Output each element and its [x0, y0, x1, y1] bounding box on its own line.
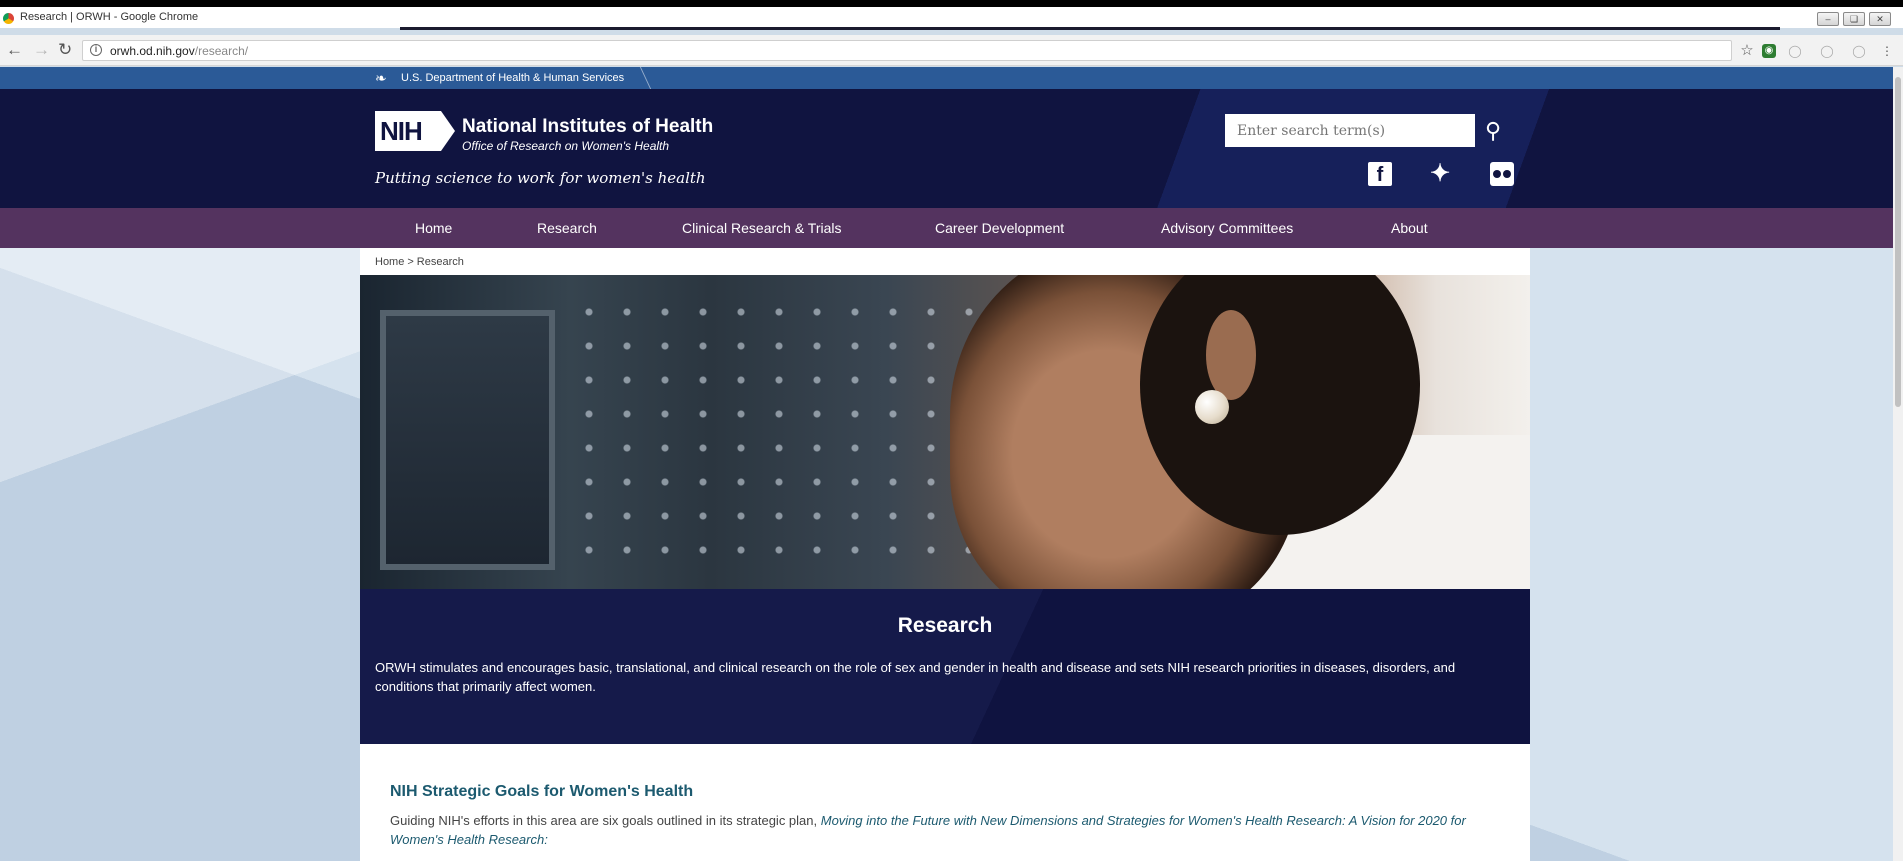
page-scrollbar[interactable] — [1893, 67, 1903, 861]
goals-heading: NIH Strategic Goals for Women's Health — [390, 783, 694, 800]
reload-icon[interactable]: ↻ — [58, 41, 72, 59]
hhs-eagle-icon: ❧ — [375, 70, 387, 86]
scrollbar-thumb[interactable] — [1895, 77, 1901, 407]
nih-logo[interactable]: NIH — [375, 111, 441, 151]
minimize-button[interactable]: – — [1817, 12, 1839, 26]
hhs-bar: ❧ U.S. Department of Health & Human Serv… — [0, 67, 1893, 89]
forward-icon[interactable]: → — [33, 41, 50, 59]
extension-icon[interactable]: ◯ — [1820, 44, 1834, 58]
back-icon[interactable]: ← — [6, 41, 23, 59]
tagline: Putting science to work for women's heal… — [375, 169, 706, 187]
menu-icon[interactable]: ⋮ — [1880, 44, 1894, 58]
web-page: ❧ U.S. Department of Health & Human Serv… — [0, 67, 1893, 861]
content-card: Home > Research Research ORWH stimulates a… — [360, 248, 1530, 861]
window-title: Research | ORWH - Google Chrome — [20, 11, 199, 23]
tab-strip — [400, 27, 1780, 30]
goals-text: Guiding NIH's efforts in this area are s… — [390, 813, 1466, 847]
nav-item-home[interactable]: Home — [415, 220, 452, 236]
search-icon[interactable]: ⚲ — [1477, 116, 1509, 146]
nav-item-clinical-research[interactable]: Clinical Research & Trials — [682, 220, 842, 236]
breadcrumb-current: Research — [416, 256, 464, 268]
flickr-icon[interactable] — [1490, 162, 1514, 186]
browser-toolbar: ← → ↻ i orwh.od.nih.gov/research/ ☆ ◉ ◯ … — [0, 35, 1903, 66]
nih-logo-chevron — [441, 111, 455, 151]
breadcrumb-separator: > — [407, 256, 414, 268]
facebook-icon[interactable]: f — [1368, 162, 1392, 186]
org-name[interactable]: National Institutes of Health — [462, 116, 713, 138]
twitter-icon[interactable]: ✦ — [1428, 162, 1452, 186]
restore-button[interactable]: ❏ — [1843, 12, 1865, 26]
window-titlebar: Research | ORWH - Google Chrome – ❏ ✕ — [0, 0, 1903, 30]
nav-item-about[interactable]: About — [1391, 220, 1428, 236]
extension-icon[interactable]: ◯ — [1788, 44, 1802, 58]
extension-icon[interactable]: ◉ — [1762, 44, 1776, 58]
nav-item-research[interactable]: Research — [537, 220, 597, 236]
address-bar[interactable]: i orwh.od.nih.gov/research/ — [82, 40, 1732, 61]
breadcrumb-home[interactable]: Home — [375, 256, 404, 268]
page-title: Research — [897, 614, 993, 637]
star-icon[interactable]: ☆ — [1740, 43, 1754, 58]
nav-item-career-development[interactable]: Career Development — [935, 220, 1064, 236]
url-text: orwh.od.nih.gov/research/ — [110, 44, 249, 58]
breadcrumb: Home > Research — [375, 256, 464, 268]
hero-ear — [1206, 310, 1256, 400]
office-name[interactable]: Office of Research on Women's Health — [462, 139, 669, 153]
intro-panel: Research ORWH stimulates and encourages … — [360, 589, 1530, 744]
chrome-icon — [3, 13, 14, 24]
hero-monitor — [380, 310, 555, 570]
info-icon[interactable]: i — [90, 44, 102, 56]
extension-icon[interactable]: ◯ — [1852, 44, 1866, 58]
masthead: NIH National Institutes of Health Office… — [0, 89, 1893, 208]
hero-image — [360, 275, 1530, 589]
main-nav: Home Research Clinical Research & Trials… — [0, 208, 1893, 248]
hhs-link[interactable]: U.S. Department of Health & Human Servic… — [401, 72, 624, 84]
hero-earring — [1195, 390, 1229, 424]
intro-text: ORWH stimulates and encourages basic, tr… — [375, 660, 1456, 694]
search-input[interactable] — [1225, 114, 1475, 147]
nav-item-advisory-committees[interactable]: Advisory Committees — [1161, 220, 1293, 236]
close-button[interactable]: ✕ — [1869, 12, 1891, 26]
hero-lab-lights — [570, 295, 990, 575]
hhs-chevron — [629, 67, 652, 89]
